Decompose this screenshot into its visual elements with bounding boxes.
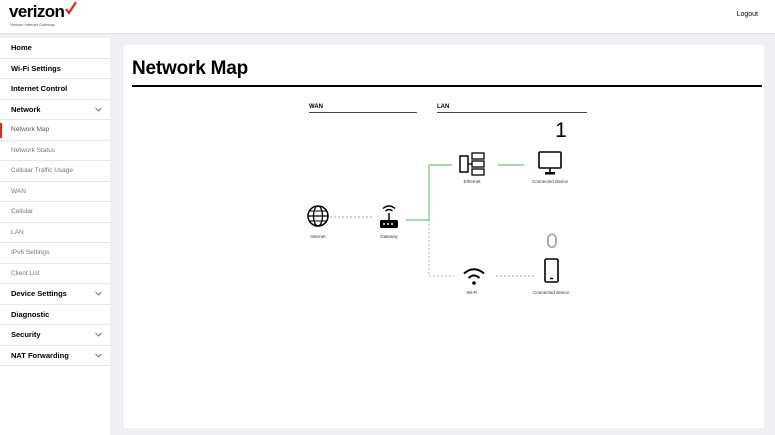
chevron-down-icon[interactable] bbox=[95, 332, 102, 337]
sidebar-item-label: NAT Forwarding bbox=[11, 350, 69, 360]
sidebar: Home Wi-Fi Settings Internet Control Networ… bbox=[0, 38, 110, 435]
monitor-icon bbox=[538, 151, 562, 175]
logout-button[interactable]: Logout bbox=[737, 11, 758, 18]
gateway-wifi-link bbox=[428, 220, 454, 277]
sidebar-item-label: Client List bbox=[11, 269, 40, 277]
sidebar-item-label: Security bbox=[11, 330, 41, 339]
sidebar-item-internet-control[interactable]: Internet Control bbox=[0, 79, 110, 100]
sidebar-item-label: Internet Control bbox=[11, 84, 68, 93]
sidebar-item-label: IPv6 Settings bbox=[11, 249, 50, 256]
sidebar-item-label: LAN bbox=[11, 228, 24, 236]
wifi-icon bbox=[463, 268, 485, 285]
gateway-ethernet-link bbox=[406, 164, 452, 221]
sidebar-item-label: Home bbox=[11, 43, 32, 52]
sidebar-item-network[interactable]: Network bbox=[0, 100, 110, 120]
sidebar-item-label: Wi-Fi Settings bbox=[11, 63, 61, 73]
sidebar-item-device-settings[interactable]: Device Settings bbox=[0, 284, 110, 305]
sidebar-item-client-list[interactable]: Client List bbox=[0, 264, 110, 284]
sidebar-item-network-status[interactable]: Network Status bbox=[0, 141, 110, 161]
sidebar-item-ipv6-settings[interactable]: IPv6 Settings bbox=[0, 243, 110, 264]
verizon-logo: verizon Verizon Internet Gateway bbox=[9, 1, 78, 27]
internet-label: Internet bbox=[310, 234, 326, 239]
brand-subtitle: Verizon Internet Gateway bbox=[10, 22, 55, 27]
sidebar-item-label: Cellular Traffic Usage bbox=[11, 167, 74, 174]
sidebar-item-diagnostic[interactable]: Diagnostic bbox=[0, 305, 110, 325]
sidebar-item-label: Network bbox=[11, 104, 41, 114]
sidebar-item-wan[interactable]: WAN bbox=[0, 182, 110, 202]
top-bar: verizon Verizon Internet Gateway Logout bbox=[0, 0, 775, 34]
sidebar-item-label: Network Status bbox=[11, 146, 56, 154]
sidebar-item-label: WAN bbox=[11, 187, 26, 195]
router-icon bbox=[380, 205, 398, 228]
sidebar-item-label: Network Map bbox=[11, 126, 50, 133]
sidebar-item-lan[interactable]: LAN bbox=[0, 223, 110, 243]
sidebar-item-wi-fi-settings[interactable]: Wi-Fi Settings bbox=[0, 59, 110, 79]
wifi-device-label: Connected device bbox=[532, 290, 570, 295]
sidebar-item-nat-forwarding[interactable]: NAT Forwarding bbox=[0, 346, 110, 366]
sidebar-item-label: Diagnostic bbox=[11, 309, 50, 319]
main-panel: Network Map WAN LAN 1 0 Internet Gateway… bbox=[124, 45, 764, 428]
sidebar-item-label: Device Settings bbox=[11, 289, 67, 298]
chevron-down-icon[interactable] bbox=[95, 107, 102, 112]
wired-device-label: Connected device bbox=[531, 179, 569, 184]
wired-device-count: 1 bbox=[555, 119, 567, 142]
sidebar-item-network-map[interactable]: Network Map bbox=[0, 120, 110, 141]
network-diagram bbox=[307, 151, 562, 285]
wifi-device-count: 0 bbox=[546, 230, 558, 253]
globe-icon bbox=[307, 205, 329, 227]
ethernet-switch-icon bbox=[459, 152, 485, 176]
ethernet-label: Ethernet bbox=[463, 179, 481, 184]
sidebar-item-home[interactable]: Home bbox=[0, 38, 110, 59]
brand-name: verizon bbox=[9, 2, 65, 21]
chevron-down-icon[interactable] bbox=[95, 291, 102, 296]
wifi-label: Wi-Fi bbox=[466, 290, 478, 295]
chevron-down-icon[interactable] bbox=[95, 353, 102, 358]
sidebar-item-label: Cellular bbox=[11, 208, 34, 215]
sidebar-item-cellular[interactable]: Cellular bbox=[0, 202, 110, 223]
phone-icon bbox=[544, 258, 559, 283]
sidebar-item-security[interactable]: Security bbox=[0, 325, 110, 346]
gateway-label: Gateway bbox=[380, 234, 398, 239]
sidebar-item-cellular-traffic-usage[interactable]: Cellular Traffic Usage bbox=[0, 161, 110, 182]
brand-check-icon bbox=[65, 1, 78, 15]
